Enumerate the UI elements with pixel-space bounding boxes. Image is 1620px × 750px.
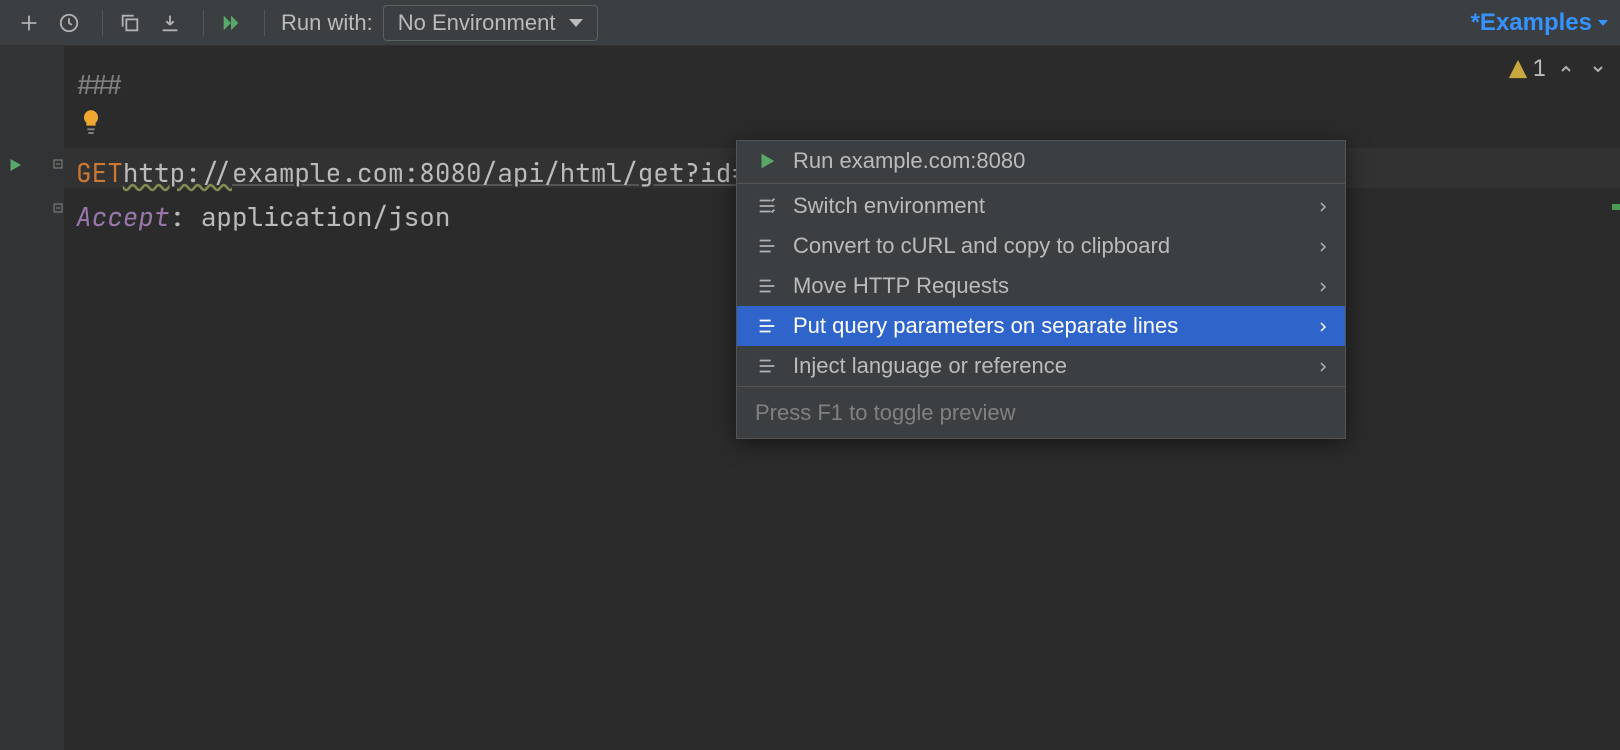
examples-link-text: *Examples bbox=[1471, 9, 1592, 37]
chevron-right-icon bbox=[1317, 193, 1329, 219]
context-menu: Run example.com:8080 Switch environment … bbox=[736, 140, 1346, 439]
menu-footer: Press F1 to toggle preview bbox=[737, 386, 1345, 438]
edit-icon bbox=[753, 235, 781, 257]
runwith-label: Run with: bbox=[281, 10, 373, 36]
prev-highlight-icon[interactable] bbox=[1554, 57, 1578, 81]
edit-icon bbox=[753, 275, 781, 297]
gutter-run-icon[interactable] bbox=[6, 156, 24, 179]
menu-item-run[interactable]: Run example.com:8080 bbox=[737, 141, 1345, 181]
intention-bulb-icon[interactable] bbox=[80, 108, 102, 144]
warning-indicator[interactable]: 1 bbox=[1507, 54, 1546, 83]
edit-icon bbox=[753, 195, 781, 217]
menu-item-label: Run example.com:8080 bbox=[793, 148, 1025, 174]
menu-footer-text: Press F1 to toggle preview bbox=[755, 400, 1015, 426]
chevron-right-icon bbox=[1317, 313, 1329, 339]
header-value: application/json bbox=[201, 199, 451, 234]
edit-icon bbox=[753, 315, 781, 337]
fold-marker-icon[interactable] bbox=[52, 202, 64, 214]
separator bbox=[102, 10, 103, 36]
separator bbox=[203, 10, 204, 36]
chevron-down-icon bbox=[1598, 20, 1608, 26]
menu-item-label: Inject language or reference bbox=[793, 353, 1067, 379]
environment-value: No Environment bbox=[398, 10, 556, 36]
chevron-right-icon bbox=[1317, 273, 1329, 299]
request-separator: ### bbox=[76, 67, 123, 102]
menu-item-label: Convert to cURL and copy to clipboard bbox=[793, 233, 1170, 259]
history-icon[interactable] bbox=[52, 6, 86, 40]
header-name: Accept bbox=[76, 199, 170, 234]
code-line: ### bbox=[76, 62, 1620, 106]
menu-item-label: Switch environment bbox=[793, 193, 985, 219]
separator bbox=[264, 10, 265, 36]
run-icon bbox=[753, 150, 781, 172]
menu-item-switch-env[interactable]: Switch environment bbox=[737, 186, 1345, 226]
menu-item-move-requests[interactable]: Move HTTP Requests bbox=[737, 266, 1345, 306]
add-icon[interactable] bbox=[12, 6, 46, 40]
copy-icon[interactable] bbox=[113, 6, 147, 40]
run-all-icon[interactable] bbox=[214, 6, 248, 40]
menu-item-convert-curl[interactable]: Convert to cURL and copy to clipboard bbox=[737, 226, 1345, 266]
menu-item-put-query-params[interactable]: Put query parameters on separate lines bbox=[737, 306, 1345, 346]
environment-select[interactable]: No Environment bbox=[383, 5, 599, 41]
import-icon[interactable] bbox=[153, 6, 187, 40]
examples-link[interactable]: *Examples bbox=[1471, 9, 1608, 37]
http-method: GET bbox=[76, 155, 123, 190]
scrollbar-marker bbox=[1612, 204, 1620, 210]
chevron-right-icon bbox=[1317, 233, 1329, 259]
chevron-right-icon bbox=[1317, 353, 1329, 379]
header-sep: : bbox=[170, 199, 201, 234]
menu-item-label: Put query parameters on separate lines bbox=[793, 313, 1178, 339]
edit-icon bbox=[753, 355, 781, 377]
menu-divider bbox=[737, 183, 1345, 184]
toolbar: Run with: No Environment *Examples bbox=[0, 0, 1620, 46]
chevron-down-icon bbox=[569, 19, 583, 27]
editor-status: 1 bbox=[1507, 54, 1610, 83]
url-scheme: http:// bbox=[123, 155, 232, 190]
fold-marker-icon[interactable] bbox=[52, 158, 64, 170]
warning-count: 1 bbox=[1533, 54, 1546, 83]
menu-item-inject-language[interactable]: Inject language or reference bbox=[737, 346, 1345, 386]
next-highlight-icon[interactable] bbox=[1586, 57, 1610, 81]
menu-item-label: Move HTTP Requests bbox=[793, 273, 1009, 299]
gutter bbox=[0, 46, 64, 750]
